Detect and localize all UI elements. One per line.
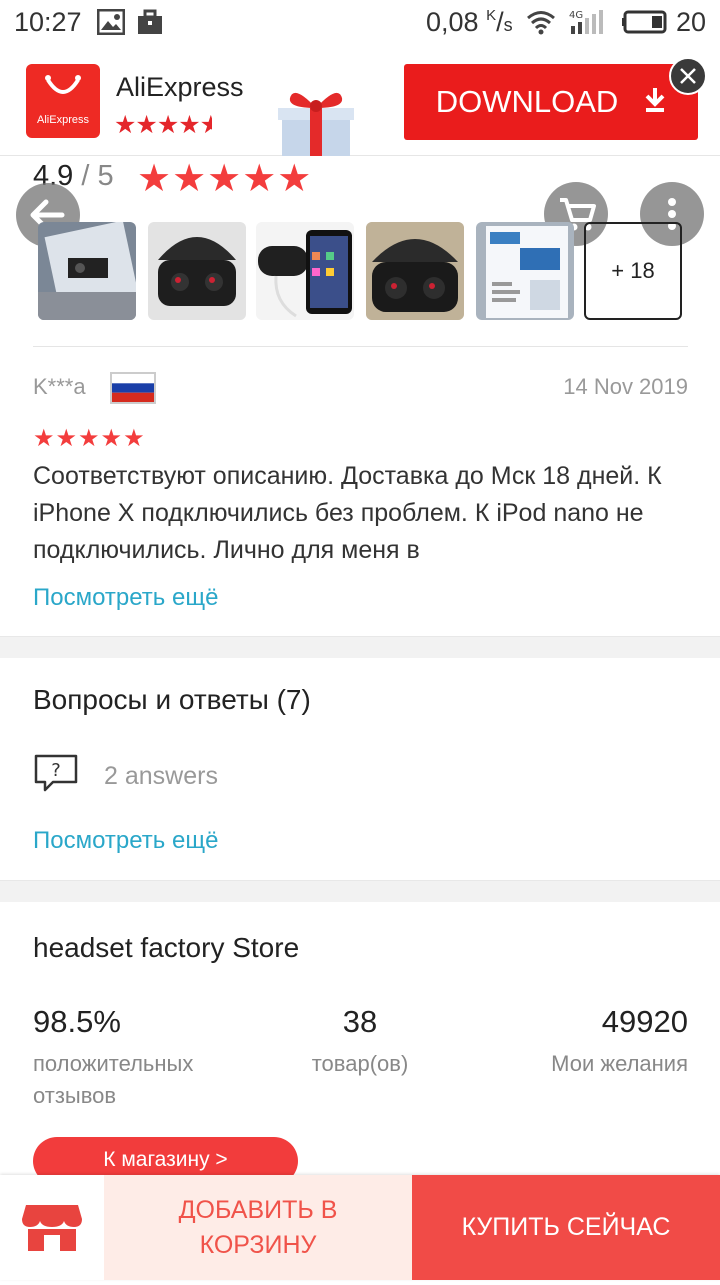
close-icon bbox=[680, 68, 696, 84]
qa-see-more-link[interactable]: Посмотреть ещё bbox=[33, 827, 218, 855]
ad-app-name: AliExpress bbox=[116, 72, 244, 102]
store-button[interactable] bbox=[0, 1175, 104, 1280]
review-see-more-link[interactable]: Посмотреть ещё bbox=[33, 584, 218, 612]
more-photos-button[interactable]: + 18 bbox=[584, 222, 682, 320]
rating-max: 5 bbox=[97, 160, 114, 192]
svg-text:4G: 4G bbox=[569, 10, 583, 21]
section-separator bbox=[0, 636, 720, 658]
ad-banner[interactable]: AliExpress AliExpress ★★★★★ DOWNLOAD bbox=[0, 46, 720, 156]
status-bar: 10:27 0,08 K/s 4G 20 bbox=[0, 0, 720, 46]
review-photo-2[interactable] bbox=[148, 222, 246, 320]
qa-title[interactable]: Вопросы и ответы (7) bbox=[33, 684, 311, 716]
store-items-label: товар(ов) bbox=[311, 1051, 409, 1076]
review-photo-3[interactable] bbox=[256, 222, 354, 320]
status-time: 10:27 bbox=[14, 7, 82, 37]
store-positive-feedback-value: 98.5% bbox=[33, 1004, 121, 1039]
aliexpress-logo: AliExpress bbox=[26, 64, 100, 138]
store-wishlist-label: Мои желания bbox=[551, 1051, 688, 1076]
buy-now-button[interactable]: КУПИТЬ СЕЙЧАС bbox=[412, 1175, 720, 1280]
qa-answers-count[interactable]: 2 answers bbox=[104, 762, 218, 791]
question-bubble-icon: ? bbox=[33, 753, 79, 798]
review-date: 14 Nov 2019 bbox=[563, 374, 688, 399]
logo-text: AliExpress bbox=[37, 114, 89, 126]
russia-flag-icon bbox=[110, 372, 156, 404]
battery-icon bbox=[622, 10, 668, 41]
review-text: Соответствуют описанию. Доставка до Мск … bbox=[33, 462, 662, 564]
review-photo-5[interactable] bbox=[476, 222, 574, 320]
add-to-cart-label: ДОБАВИТЬ В КОРЗИНУ bbox=[178, 1195, 338, 1259]
rating-stars: ★★★★★ bbox=[137, 158, 313, 200]
gallery-notification-icon bbox=[96, 8, 126, 42]
download-button[interactable]: DOWNLOAD bbox=[404, 64, 698, 140]
buy-now-label: КУПИТЬ СЕЙЧАС bbox=[461, 1213, 671, 1241]
divider bbox=[33, 346, 688, 347]
svg-text:?: ? bbox=[51, 760, 61, 781]
section-separator bbox=[0, 880, 720, 902]
signal-icon: 4G bbox=[567, 8, 607, 43]
store-positive-feedback-label: положительных отзывов bbox=[33, 1051, 194, 1108]
store-name[interactable]: headset factory Store bbox=[33, 932, 299, 964]
review-stars: ★★★★★ bbox=[33, 425, 146, 452]
add-to-cart-button[interactable]: ДОБАВИТЬ В КОРЗИНУ bbox=[104, 1175, 412, 1280]
wifi-icon bbox=[526, 9, 556, 42]
store-wishlist-value: 49920 bbox=[601, 1004, 688, 1039]
rating-separator: / bbox=[81, 160, 90, 192]
review-photo-1[interactable] bbox=[38, 222, 136, 320]
gift-icon bbox=[276, 84, 356, 156]
battery-level: 20 bbox=[676, 7, 707, 37]
reviewer-name: K***a bbox=[33, 374, 86, 399]
store-icon bbox=[22, 1205, 82, 1251]
download-arrow-icon bbox=[644, 84, 666, 120]
close-ad-button[interactable] bbox=[669, 57, 707, 95]
network-speed: 0,08 K/s bbox=[426, 7, 513, 37]
bottom-action-bar: ДОБАВИТЬ В КОРЗИНУ КУПИТЬ СЕЙЧАС bbox=[0, 1175, 720, 1280]
ad-rating-stars: ★★★★★ bbox=[114, 111, 212, 139]
briefcase-notification-icon bbox=[137, 9, 163, 42]
store-items-value: 38 bbox=[342, 1004, 378, 1039]
download-label: DOWNLOAD bbox=[435, 84, 619, 119]
review-photo-4[interactable] bbox=[366, 222, 464, 320]
